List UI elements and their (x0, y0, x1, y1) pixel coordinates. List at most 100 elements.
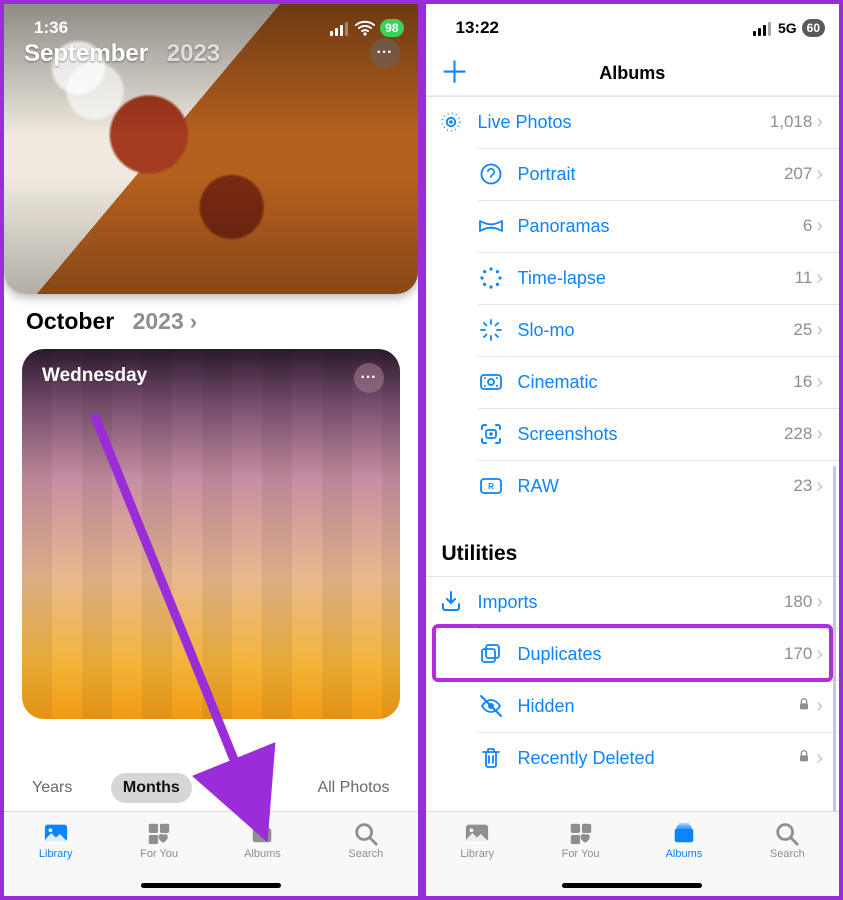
album-label: Panoramas (518, 216, 803, 237)
album-label: Imports (478, 592, 784, 613)
album-label: Recently Deleted (518, 748, 797, 769)
album-row-imports[interactable]: Imports 180 › (426, 576, 840, 628)
albums-icon (247, 820, 277, 846)
more-button[interactable]: ··· (354, 363, 384, 393)
trash-icon (478, 745, 518, 771)
chevron-right-icon: › (816, 164, 823, 184)
chevron-right-icon: › (816, 320, 823, 340)
scrollbar[interactable] (833, 466, 836, 811)
album-count: 23 (793, 476, 812, 496)
album-row-screenshots[interactable]: Screenshots 228 › (478, 408, 840, 460)
segment-years[interactable]: Years (20, 773, 84, 803)
album-label: Live Photos (478, 112, 770, 133)
status-bar: 1:36 98 (4, 4, 418, 52)
network-label: 5G (778, 20, 797, 36)
album-label: Portrait (518, 164, 784, 185)
slomo-icon (478, 317, 518, 343)
album-count: 170 (784, 644, 812, 664)
portrait-icon (478, 161, 518, 187)
tab-library[interactable]: Library (426, 820, 529, 860)
cinematic-icon (478, 369, 518, 395)
day-card-wednesday[interactable]: Wednesday ··· (22, 349, 400, 719)
chevron-right-icon: › (816, 424, 823, 444)
album-row-cinematic[interactable]: Cinematic 16 › (478, 356, 840, 408)
tab-albums[interactable]: Albums (632, 820, 735, 860)
chevron-right-icon: › (816, 112, 823, 132)
battery-indicator: 98 (380, 19, 403, 37)
chevron-right-icon: › (816, 644, 823, 664)
day-card-title: Wednesday (42, 365, 147, 387)
album-count: 1,018 (770, 112, 813, 132)
month-header[interactable]: October 2023 › (26, 308, 400, 335)
album-label: Time-lapse (518, 268, 795, 289)
home-indicator[interactable] (562, 883, 702, 888)
lock-icon (796, 694, 812, 719)
album-count: 25 (793, 320, 812, 340)
chevron-right-icon: › (816, 268, 823, 288)
album-row-live photos[interactable]: Live Photos 1,018 › (426, 96, 840, 148)
album-count: 16 (793, 372, 812, 392)
album-row-slo-mo[interactable]: Slo-mo 25 › (478, 304, 840, 356)
album-row-hidden[interactable]: Hidden › (478, 680, 840, 732)
signal-icon (753, 21, 773, 36)
hidden-icon (478, 693, 518, 719)
album-row-raw[interactable]: R RAW 23 › (478, 460, 840, 512)
add-album-button[interactable]: ＋ (440, 59, 470, 89)
chevron-right-icon: › (816, 592, 823, 612)
albums-screen: 13:22 5G 60 ＋ Albums Live Photos 1,018 ›… (422, 0, 843, 900)
section-header-utilities: Utilities (426, 512, 840, 576)
album-row-time-lapse[interactable]: Time-lapse 11 › (478, 252, 840, 304)
library-icon (41, 820, 71, 846)
albums-icon (669, 820, 699, 846)
album-count: 180 (784, 592, 812, 612)
album-label: Slo-mo (518, 320, 794, 341)
nav-bar: ＋ Albums (426, 52, 840, 96)
tab-for-you[interactable]: For You (529, 820, 632, 860)
page-title: Albums (599, 63, 665, 84)
lock-icon (796, 746, 812, 771)
tab-albums[interactable]: Albums (211, 820, 314, 860)
album-row-duplicates[interactable]: Duplicates 170 › (478, 628, 840, 680)
home-indicator[interactable] (141, 883, 281, 888)
library-screen: 1:36 98 September 2023 ··· October 2023 … (0, 0, 422, 900)
status-time: 13:22 (456, 18, 499, 38)
album-count: 11 (795, 268, 813, 288)
chevron-right-icon: › (190, 311, 197, 333)
tab-search[interactable]: Search (736, 820, 839, 860)
album-label: RAW (518, 476, 794, 497)
album-label: Screenshots (518, 424, 784, 445)
album-count: 228 (784, 424, 812, 444)
segment-months[interactable]: Months (111, 773, 192, 803)
album-count: 6 (803, 216, 812, 236)
albums-list[interactable]: Live Photos 1,018 › Portrait 207 › Panor… (426, 96, 840, 811)
wifi-icon (355, 20, 375, 36)
signal-icon (330, 21, 350, 36)
album-label: Duplicates (518, 644, 784, 665)
for-you-icon (566, 820, 596, 846)
tab-library[interactable]: Library (4, 820, 107, 860)
view-segmented-control[interactable]: Years Months Days All Photos (20, 768, 402, 808)
battery-indicator: 60 (802, 19, 825, 37)
album-count: 207 (784, 164, 812, 184)
livephotos-icon (438, 109, 478, 135)
pano-icon (478, 213, 518, 239)
album-label: Cinematic (518, 372, 794, 393)
chevron-right-icon: › (816, 476, 823, 496)
album-row-recently deleted[interactable]: Recently Deleted › (478, 732, 840, 784)
tab-search[interactable]: Search (314, 820, 417, 860)
segment-days[interactable]: Days (218, 773, 278, 803)
svg-text:R: R (488, 482, 494, 491)
search-icon (772, 820, 802, 846)
chevron-right-icon: › (816, 696, 823, 716)
status-time: 1:36 (34, 18, 68, 38)
screenshots-icon (478, 421, 518, 447)
album-row-portrait[interactable]: Portrait 207 › (478, 148, 840, 200)
search-icon (351, 820, 381, 846)
segment-all-photos[interactable]: All Photos (305, 773, 401, 803)
timelapse-icon (478, 265, 518, 291)
library-icon (462, 820, 492, 846)
status-bar: 13:22 5G 60 (426, 4, 840, 52)
imports-icon (438, 589, 478, 615)
album-row-panoramas[interactable]: Panoramas 6 › (478, 200, 840, 252)
tab-for-you[interactable]: For You (107, 820, 210, 860)
